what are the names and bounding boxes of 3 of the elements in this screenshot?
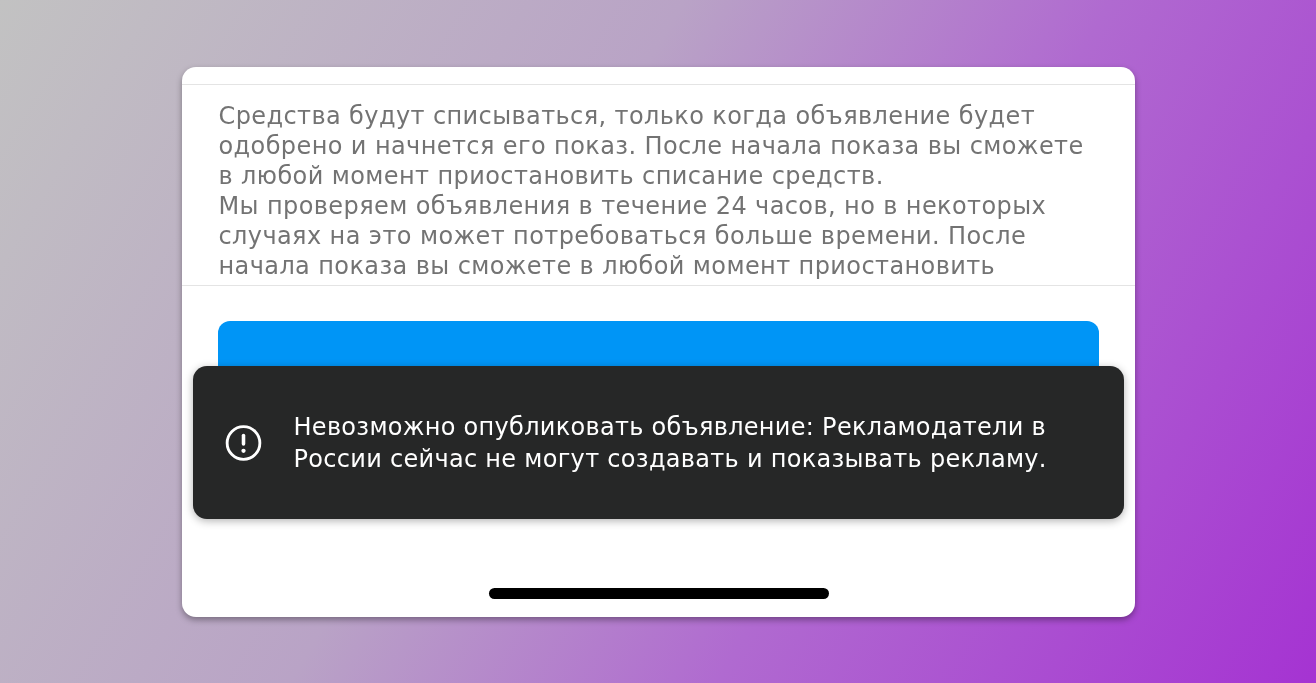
info-paragraph: Мы проверяем объявления в течение 24 часов, но в некоторых случаях на это может потребоваться больше времени. После начала показа вы сможете в любой момент приостановить — [218, 191, 1048, 281]
toast-message: Невозможно опубликовать объявление: Рекламодатели в России сейчас не могут создавать и показывать рекламу. — [293, 411, 1048, 475]
info-paragraph: Средства будут списываться, только когда объявление будет одобрено и начнется его показ. После начала показа вы сможете в любой момент приостановить списание средств. — [218, 101, 1085, 191]
